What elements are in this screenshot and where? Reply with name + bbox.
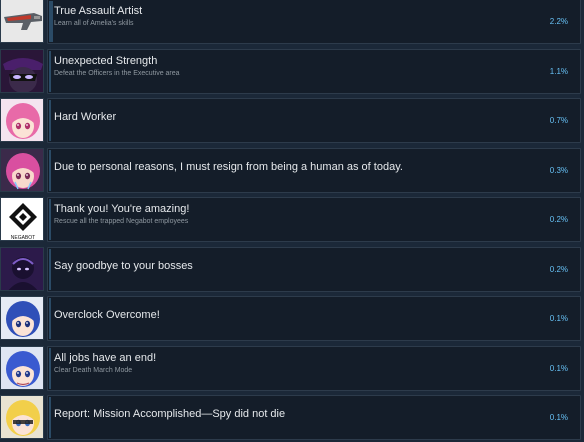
unlock-percentage: 1.1% <box>549 67 568 76</box>
achievement-title: Report: Mission Accomplished—Spy did not… <box>54 408 286 420</box>
achievement-title: True Assault Artist <box>54 5 143 17</box>
achievement-description: Clear Death March Mode <box>54 367 133 374</box>
achievement-panel: Report: Mission Accomplished—Spy did not… <box>47 395 581 440</box>
achievement-panel: Say goodbye to your bosses 0.2% <box>47 247 581 292</box>
masked-officer-icon <box>0 49 44 93</box>
boss-silhouette-icon <box>0 247 44 291</box>
gun-icon <box>0 0 44 43</box>
achievement-row: Report: Mission Accomplished—Spy did not… <box>0 393 584 442</box>
progress-bar-fill <box>49 51 52 92</box>
achievement-title: Say goodbye to your bosses <box>54 260 193 272</box>
crying-girl-icon <box>0 148 44 192</box>
achievement-row: Due to personal reasons, I must resign f… <box>0 146 584 195</box>
progress-bar-fill <box>49 397 51 438</box>
achievement-panel: Thank you! You're amazing! Rescue all the… <box>47 197 581 242</box>
achievement-description: Rescue all the trapped Negabot employees <box>54 218 189 225</box>
unlock-percentage: 0.3% <box>549 166 568 175</box>
progress-bar-fill <box>49 150 51 191</box>
achievement-title: Unexpected Strength <box>54 55 158 67</box>
pink-hair-girl-icon <box>0 98 44 142</box>
achievement-panel: All jobs have an end! Clear Death March M… <box>47 346 581 391</box>
achievement-panel: Overclock Overcome! 0.1% <box>47 296 581 341</box>
achievement-description: Defeat the Officers in the Executive are… <box>54 70 180 77</box>
progress-bar-fill <box>49 100 51 141</box>
achievement-row: NEGABOT Thank you! You're amazing! Rescue … <box>0 195 584 244</box>
achievement-panel: Hard Worker 0.7% <box>47 98 581 143</box>
achievement-row: Say goodbye to your bosses 0.2% <box>0 245 584 294</box>
blue-hair-girl-2-icon <box>0 346 44 390</box>
unlock-percentage: 0.2% <box>549 215 568 224</box>
unlock-percentage: 0.2% <box>549 265 568 274</box>
achievement-row: All jobs have an end! Clear Death March M… <box>0 344 584 393</box>
blonde-spy-icon <box>0 395 44 439</box>
progress-bar-fill <box>49 1 54 42</box>
unlock-percentage: 0.1% <box>549 314 568 323</box>
progress-bar-fill <box>49 249 51 290</box>
achievement-panel: Unexpected Strength Defeat the Officers i… <box>47 49 581 94</box>
unlock-percentage: 0.7% <box>549 116 568 125</box>
unlock-percentage: 2.2% <box>549 17 568 26</box>
achievement-title: Thank you! You're amazing! <box>54 203 190 215</box>
achievement-title: Hard Worker <box>54 111 117 123</box>
negabot-logo-icon: NEGABOT <box>0 197 44 241</box>
negabot-logo-text: NEGABOT <box>11 235 35 241</box>
unlock-percentage: 0.1% <box>549 413 568 422</box>
achievement-row: Overclock Overcome! 0.1% <box>0 294 584 343</box>
progress-bar-fill <box>49 298 51 339</box>
achievement-row: True Assault Artist Learn all of Amelia's… <box>0 0 584 46</box>
achievement-title: All jobs have an end! <box>54 352 157 364</box>
progress-bar-fill <box>49 348 51 389</box>
achievement-list: True Assault Artist Learn all of Amelia's… <box>0 0 584 440</box>
blue-hair-girl-icon <box>0 296 44 340</box>
achievement-row: Unexpected Strength Defeat the Officers i… <box>0 47 584 96</box>
achievement-title: Overclock Overcome! <box>54 309 160 321</box>
achievement-title: Due to personal reasons, I must resign f… <box>54 161 403 173</box>
achievement-panel: Due to personal reasons, I must resign f… <box>47 148 581 193</box>
achievement-description: Learn all of Amelia's skills <box>54 20 134 27</box>
unlock-percentage: 0.1% <box>549 364 568 373</box>
achievement-panel: True Assault Artist Learn all of Amelia's… <box>47 0 581 44</box>
progress-bar-fill <box>49 199 51 240</box>
achievement-row: Hard Worker 0.7% <box>0 96 584 145</box>
